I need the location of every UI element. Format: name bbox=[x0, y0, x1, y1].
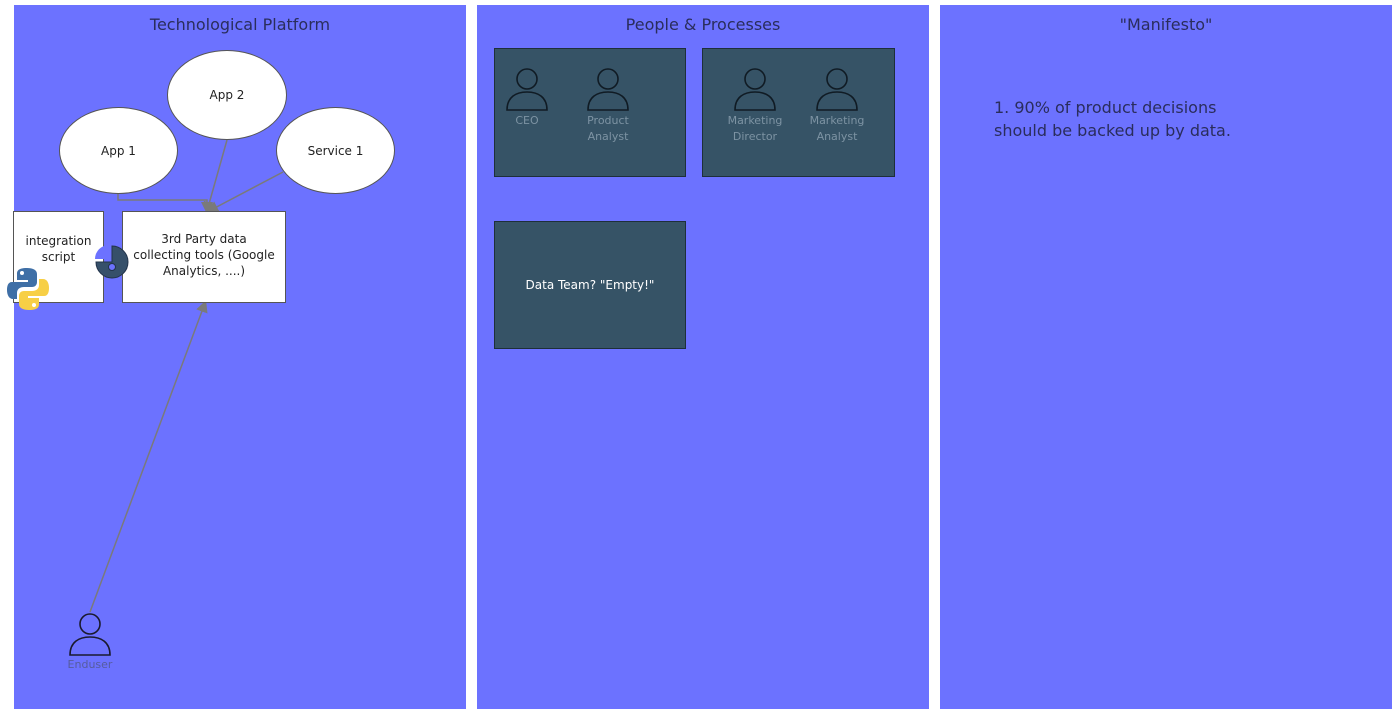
person-product-analyst-label: Product Analyst bbox=[587, 114, 629, 143]
person-marketing-analyst: Marketing Analyst bbox=[797, 67, 877, 145]
person-marketing-analyst-label: Marketing Analyst bbox=[809, 114, 865, 143]
panel-manifesto: "Manifesto" 1. 90% of product decisions … bbox=[940, 5, 1392, 709]
panel-title-people: People & Processes bbox=[625, 15, 781, 34]
panel-title-manifesto: "Manifesto" bbox=[1119, 15, 1213, 34]
diagram-canvas: Technological Platform People & Processe… bbox=[0, 0, 1400, 720]
person-ceo-label: CEO bbox=[515, 114, 539, 127]
group-marketing[interactable]: Marketing Director Marketing Analyst bbox=[702, 48, 895, 177]
node-service-1[interactable]: Service 1 bbox=[276, 107, 395, 194]
group-leadership[interactable]: CEO Product Analyst bbox=[494, 48, 686, 177]
person-icon bbox=[69, 613, 111, 656]
node-integration-script-label: integration script bbox=[25, 234, 92, 264]
data-team-label: Data Team? "Empty!" bbox=[525, 278, 655, 292]
group-data-team[interactable]: Data Team? "Empty!" bbox=[494, 221, 686, 349]
person-marketing-director: Marketing Director bbox=[715, 67, 795, 145]
node-service-1-label: Service 1 bbox=[307, 143, 364, 158]
person-icon bbox=[506, 68, 548, 111]
node-app-2-label: App 2 bbox=[209, 88, 245, 102]
node-app-1[interactable]: App 1 bbox=[59, 107, 178, 194]
person-icon bbox=[734, 68, 776, 111]
node-app-1-label: App 1 bbox=[101, 143, 136, 158]
manifesto-item: 1. 90% of product decisions should be ba… bbox=[994, 98, 1231, 140]
enduser-node[interactable]: Enduser bbox=[50, 612, 130, 672]
person-icon bbox=[816, 68, 858, 111]
enduser-label: Enduser bbox=[67, 658, 113, 671]
person-ceo: CEO bbox=[487, 67, 567, 129]
panel-title-tech: Technological Platform bbox=[149, 15, 331, 34]
person-marketing-director-label: Marketing Director bbox=[727, 114, 783, 143]
node-app-2[interactable]: App 2 bbox=[167, 50, 287, 140]
node-third-party-tools[interactable]: 3rd Party data collecting tools (Google … bbox=[122, 211, 286, 303]
person-icon bbox=[587, 68, 629, 111]
node-third-party-tools-label: 3rd Party data collecting tools (Google … bbox=[133, 232, 275, 278]
python-logo-icon bbox=[7, 268, 49, 310]
person-product-analyst: Product Analyst bbox=[568, 67, 648, 145]
pie-chart-icon bbox=[95, 245, 129, 279]
